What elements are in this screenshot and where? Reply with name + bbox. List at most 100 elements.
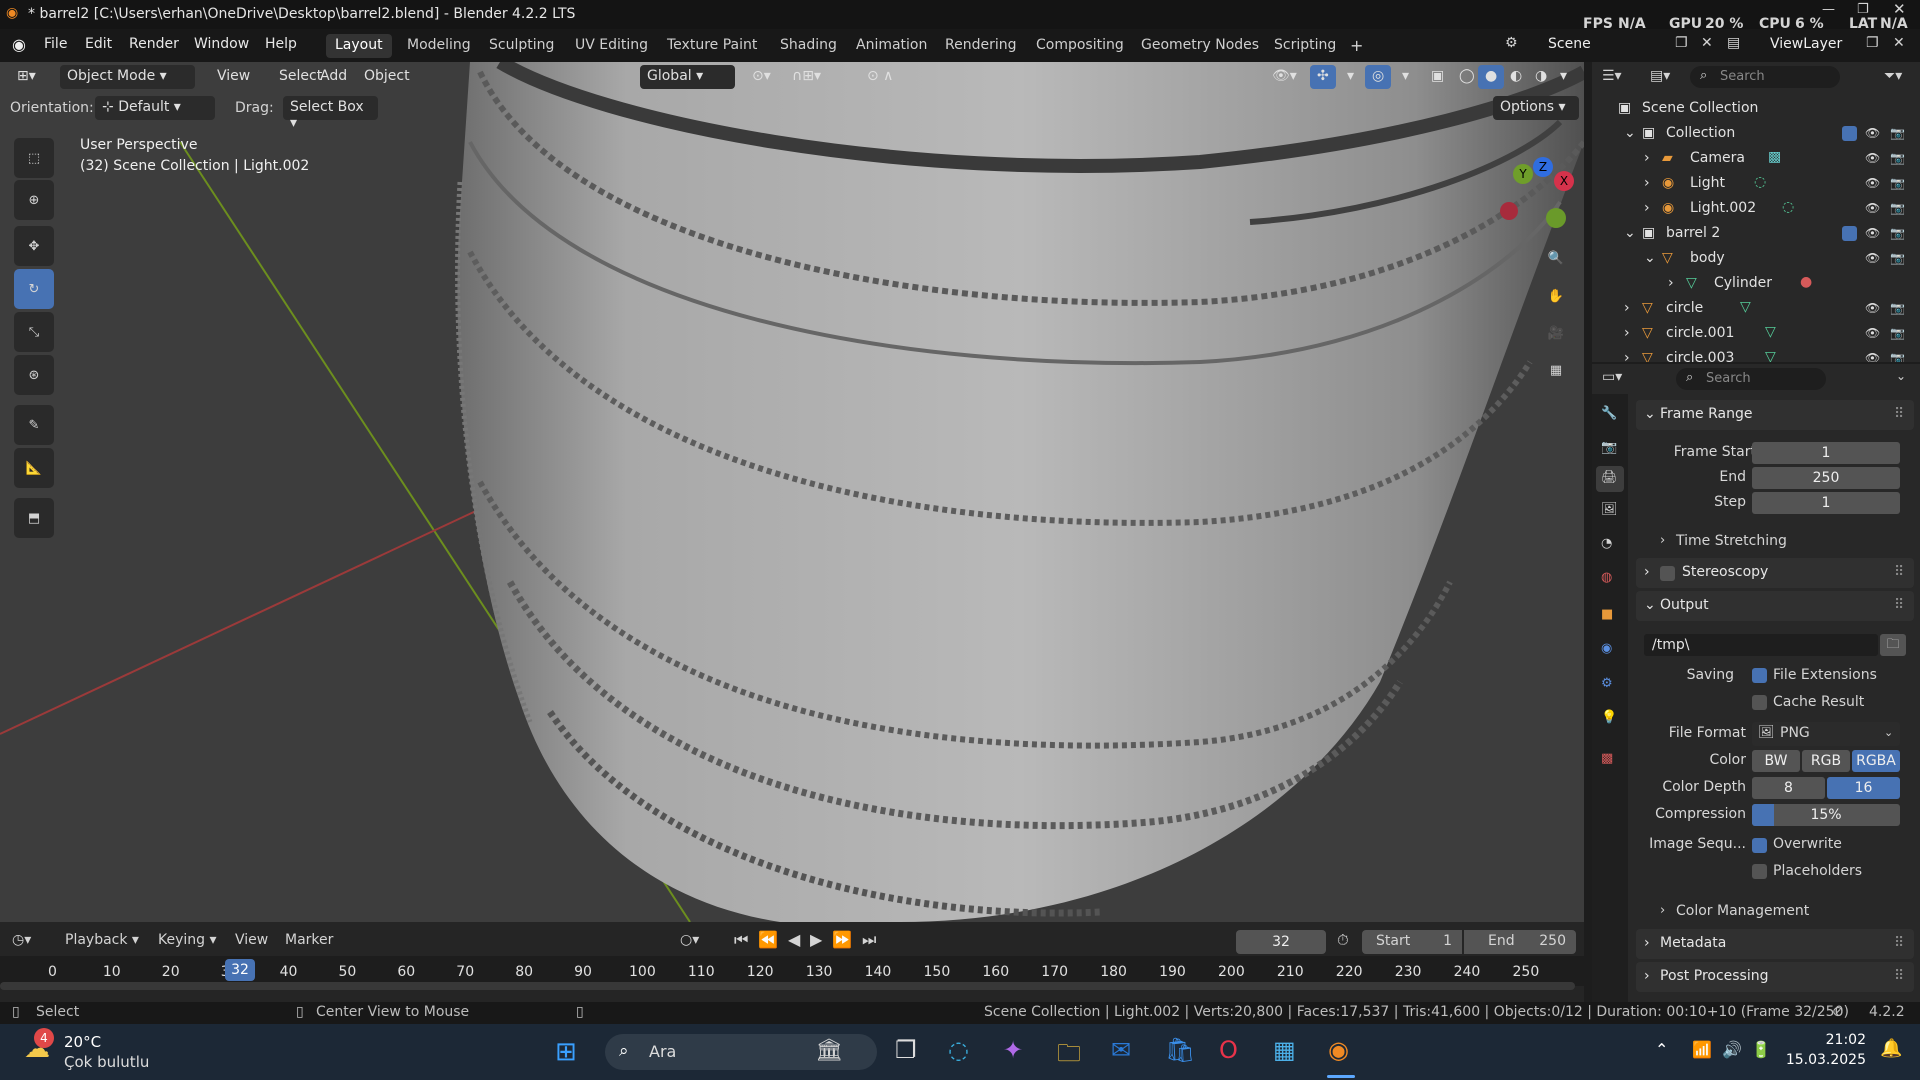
- outliner-search-input[interactable]: ⌕ Search: [1690, 66, 1840, 88]
- eye-icon[interactable]: 👁: [1865, 176, 1880, 190]
- render-tab-icon[interactable]: 📷: [1601, 440, 1617, 455]
- eye-icon[interactable]: 👁: [1865, 326, 1880, 340]
- current-frame-field[interactable]: 32: [1236, 930, 1326, 954]
- playhead-frame[interactable]: 32: [225, 959, 255, 981]
- mesh-data-icon[interactable]: ▽: [1765, 324, 1776, 340]
- tab-layout[interactable]: Layout: [326, 34, 392, 58]
- drag-handle-icon[interactable]: ⠿: [1894, 597, 1904, 613]
- preview-range-icon[interactable]: ⏱: [1337, 931, 1349, 949]
- auto-keying-icon[interactable]: ○▾: [680, 932, 699, 948]
- tab-uv-editing[interactable]: UV Editing: [566, 34, 657, 58]
- drag-handle-icon[interactable]: ⠿: [1894, 564, 1904, 580]
- jump-start-icon[interactable]: ⏮: [734, 930, 748, 950]
- tab-rendering[interactable]: Rendering: [936, 34, 1026, 58]
- new-scene-icon[interactable]: ❐: [1675, 35, 1688, 51]
- blender-menu-icon[interactable]: ◉: [12, 35, 26, 54]
- timeline-editor-type-icon[interactable]: ◷▾: [12, 932, 31, 948]
- timeline-view-menu[interactable]: View: [235, 932, 268, 948]
- color-bw-button[interactable]: BW: [1752, 750, 1800, 772]
- weather-desc[interactable]: Çok bulutlu: [64, 1053, 149, 1071]
- outliner-row-light[interactable]: › ◉ Light ◌ 👁 📷: [1592, 171, 1920, 196]
- add-workspace-icon[interactable]: +: [1350, 36, 1363, 55]
- gizmo-y-axis[interactable]: Y: [1513, 164, 1533, 184]
- battery-icon[interactable]: 🔋: [1751, 1040, 1771, 1059]
- eye-icon[interactable]: 👁: [1865, 351, 1880, 362]
- solid-shading-icon[interactable]: ●: [1478, 65, 1505, 89]
- measure-tool[interactable]: 📐: [14, 448, 54, 488]
- blender-taskbar-icon[interactable]: ◉: [1328, 1036, 1349, 1064]
- navigation-gizmo[interactable]: Y Z X: [1480, 147, 1580, 247]
- timeline-scrollbar[interactable]: [0, 982, 1575, 990]
- output-path-input[interactable]: /tmp\: [1644, 634, 1878, 656]
- outliner-row-scene-collection[interactable]: ▣ Scene Collection: [1592, 96, 1920, 121]
- drag-handle-icon[interactable]: ⠿: [1894, 935, 1904, 951]
- move-tool[interactable]: ✥: [14, 226, 54, 266]
- 3d-viewport[interactable]: ⊞▾ Object Mode ▾ View Select Add Object …: [0, 62, 1584, 922]
- file-format-dropdown[interactable]: 🖼 PNG ⌄: [1752, 722, 1900, 746]
- gizmo-neg-x-dot[interactable]: [1500, 202, 1518, 220]
- eye-icon[interactable]: 👁: [1865, 251, 1880, 265]
- shading-dropdown-icon[interactable]: ▾: [1553, 65, 1574, 89]
- mesh-data-icon[interactable]: ▽: [1740, 299, 1751, 315]
- snap-icon[interactable]: ∩⊞▾: [785, 65, 828, 89]
- playback-menu[interactable]: Playback ▾: [65, 932, 139, 948]
- start-frame-field[interactable]: Start 1: [1362, 930, 1462, 954]
- outliner-row-body[interactable]: ⌄ ▽ body 👁 📷: [1592, 246, 1920, 271]
- eye-icon[interactable]: 👁: [1865, 151, 1880, 165]
- remove-scene-icon[interactable]: ✕: [1701, 35, 1713, 51]
- keying-menu[interactable]: Keying ▾: [158, 932, 217, 948]
- outliner-row-circle[interactable]: › ▽ circle ▽ 👁 📷: [1592, 296, 1920, 321]
- viewlayer-name[interactable]: ViewLayer: [1770, 36, 1842, 52]
- tab-sculpting[interactable]: Sculpting: [480, 34, 563, 58]
- color-rgb-button[interactable]: RGB: [1802, 750, 1850, 772]
- depth-16-button[interactable]: 16: [1827, 777, 1900, 799]
- camera-render-icon[interactable]: 📷: [1890, 151, 1905, 165]
- ortho-toggle-icon[interactable]: ▦: [1539, 353, 1573, 387]
- notification-bell-icon[interactable]: 🔔: [1880, 1038, 1902, 1059]
- world-tab-icon[interactable]: ◍: [1601, 570, 1612, 585]
- eye-icon[interactable]: 👁: [1865, 201, 1880, 215]
- view-menu[interactable]: View: [210, 65, 257, 89]
- transform-orientation-dropdown[interactable]: Global ▾: [640, 65, 735, 89]
- object-menu[interactable]: Object: [357, 65, 417, 89]
- orientation-dropdown[interactable]: ⊹ Default ▾: [95, 96, 215, 120]
- camera-render-icon[interactable]: 📷: [1890, 176, 1905, 190]
- frame-end-field[interactable]: 250: [1752, 467, 1900, 489]
- weather-temp[interactable]: 20°C: [64, 1033, 101, 1051]
- placeholders-checkbox[interactable]: [1752, 864, 1767, 879]
- clock-time[interactable]: 21:02: [1798, 1032, 1866, 1048]
- end-frame-field[interactable]: End 250: [1464, 930, 1576, 954]
- exclude-checkbox[interactable]: [1842, 226, 1857, 241]
- gizmo-z-axis[interactable]: Z: [1533, 157, 1553, 177]
- camera-render-icon[interactable]: 📷: [1890, 301, 1905, 315]
- outliner-row-collection[interactable]: ⌄ ▣ Collection 👁 📷: [1592, 121, 1920, 146]
- camera-render-icon[interactable]: 📷: [1890, 251, 1905, 265]
- scene-tab-icon[interactable]: ◔: [1601, 536, 1612, 551]
- properties-search-input[interactable]: ⌕ Search: [1676, 368, 1826, 390]
- volume-icon[interactable]: 🔊: [1722, 1040, 1742, 1059]
- task-view-icon[interactable]: ❐: [895, 1036, 917, 1064]
- tab-scripting[interactable]: Scripting: [1265, 34, 1345, 58]
- next-keyframe-icon[interactable]: ⏩: [832, 930, 852, 949]
- stereoscopy-panel-header[interactable]: › Stereoscopy ⠿: [1636, 558, 1914, 588]
- outliner-type-icon[interactable]: ☰▾: [1602, 68, 1622, 84]
- overlay-dropdown-icon[interactable]: ▾: [1395, 65, 1416, 89]
- constraints-tab-icon[interactable]: ⚙: [1601, 676, 1613, 691]
- display-mode-icon[interactable]: ▤▾: [1650, 68, 1670, 84]
- file-extensions-checkbox[interactable]: [1752, 668, 1767, 683]
- zoom-icon[interactable]: 🔍: [1539, 241, 1573, 275]
- tool-tab-icon[interactable]: 🔧: [1601, 406, 1617, 421]
- expand-arrow-icon[interactable]: ⌄: [1624, 225, 1636, 241]
- camera-view-icon[interactable]: 🎥: [1539, 316, 1573, 350]
- ms-store-icon[interactable]: 🛍: [1165, 1036, 1195, 1064]
- stereoscopy-checkbox[interactable]: [1660, 566, 1675, 581]
- outlook-icon[interactable]: ✉: [1111, 1036, 1131, 1064]
- editor-type-icon[interactable]: ⊞▾: [10, 65, 43, 89]
- expand-arrow-icon[interactable]: ›: [1644, 150, 1650, 166]
- folder-browse-icon[interactable]: 🗀: [1880, 634, 1906, 656]
- start-windows-icon[interactable]: ⊞: [555, 1037, 577, 1067]
- mode-dropdown[interactable]: Object Mode ▾: [60, 65, 195, 89]
- menu-file[interactable]: File: [44, 36, 67, 52]
- scale-tool[interactable]: ⤡: [14, 312, 54, 352]
- outliner-row-camera[interactable]: › ▰ Camera ▩ 👁 📷: [1592, 146, 1920, 171]
